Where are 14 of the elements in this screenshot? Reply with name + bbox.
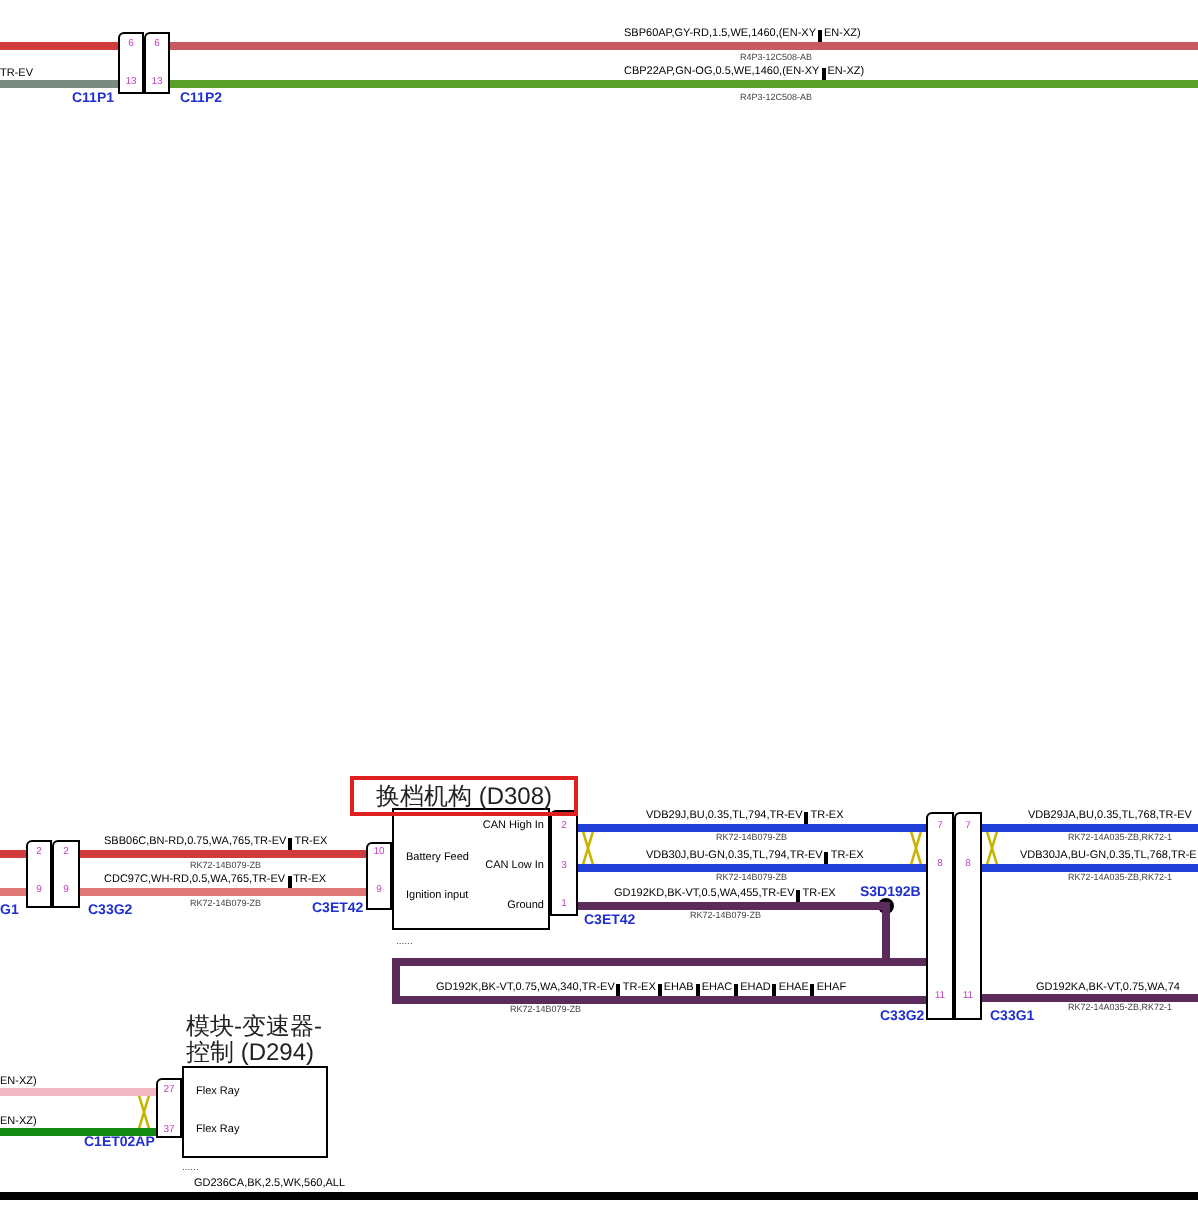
module-title: 模块-变速器- — [186, 1014, 322, 1040]
module-title: 换档机构 (D308) — [375, 783, 552, 809]
module-title: 控制 (D294) — [186, 1040, 315, 1066]
connector-housing — [366, 842, 392, 910]
connector-housing — [156, 1078, 182, 1138]
twisted-pair-icon — [580, 826, 596, 870]
connector-housing — [550, 810, 578, 916]
twisted-pair-icon — [908, 826, 924, 870]
connector-housing — [118, 32, 144, 94]
connector-housing — [52, 840, 80, 908]
twisted-pair-icon — [136, 1090, 152, 1134]
twisted-pair-icon — [984, 826, 1000, 870]
connector-housing — [26, 840, 52, 908]
connector-housing — [144, 32, 170, 94]
